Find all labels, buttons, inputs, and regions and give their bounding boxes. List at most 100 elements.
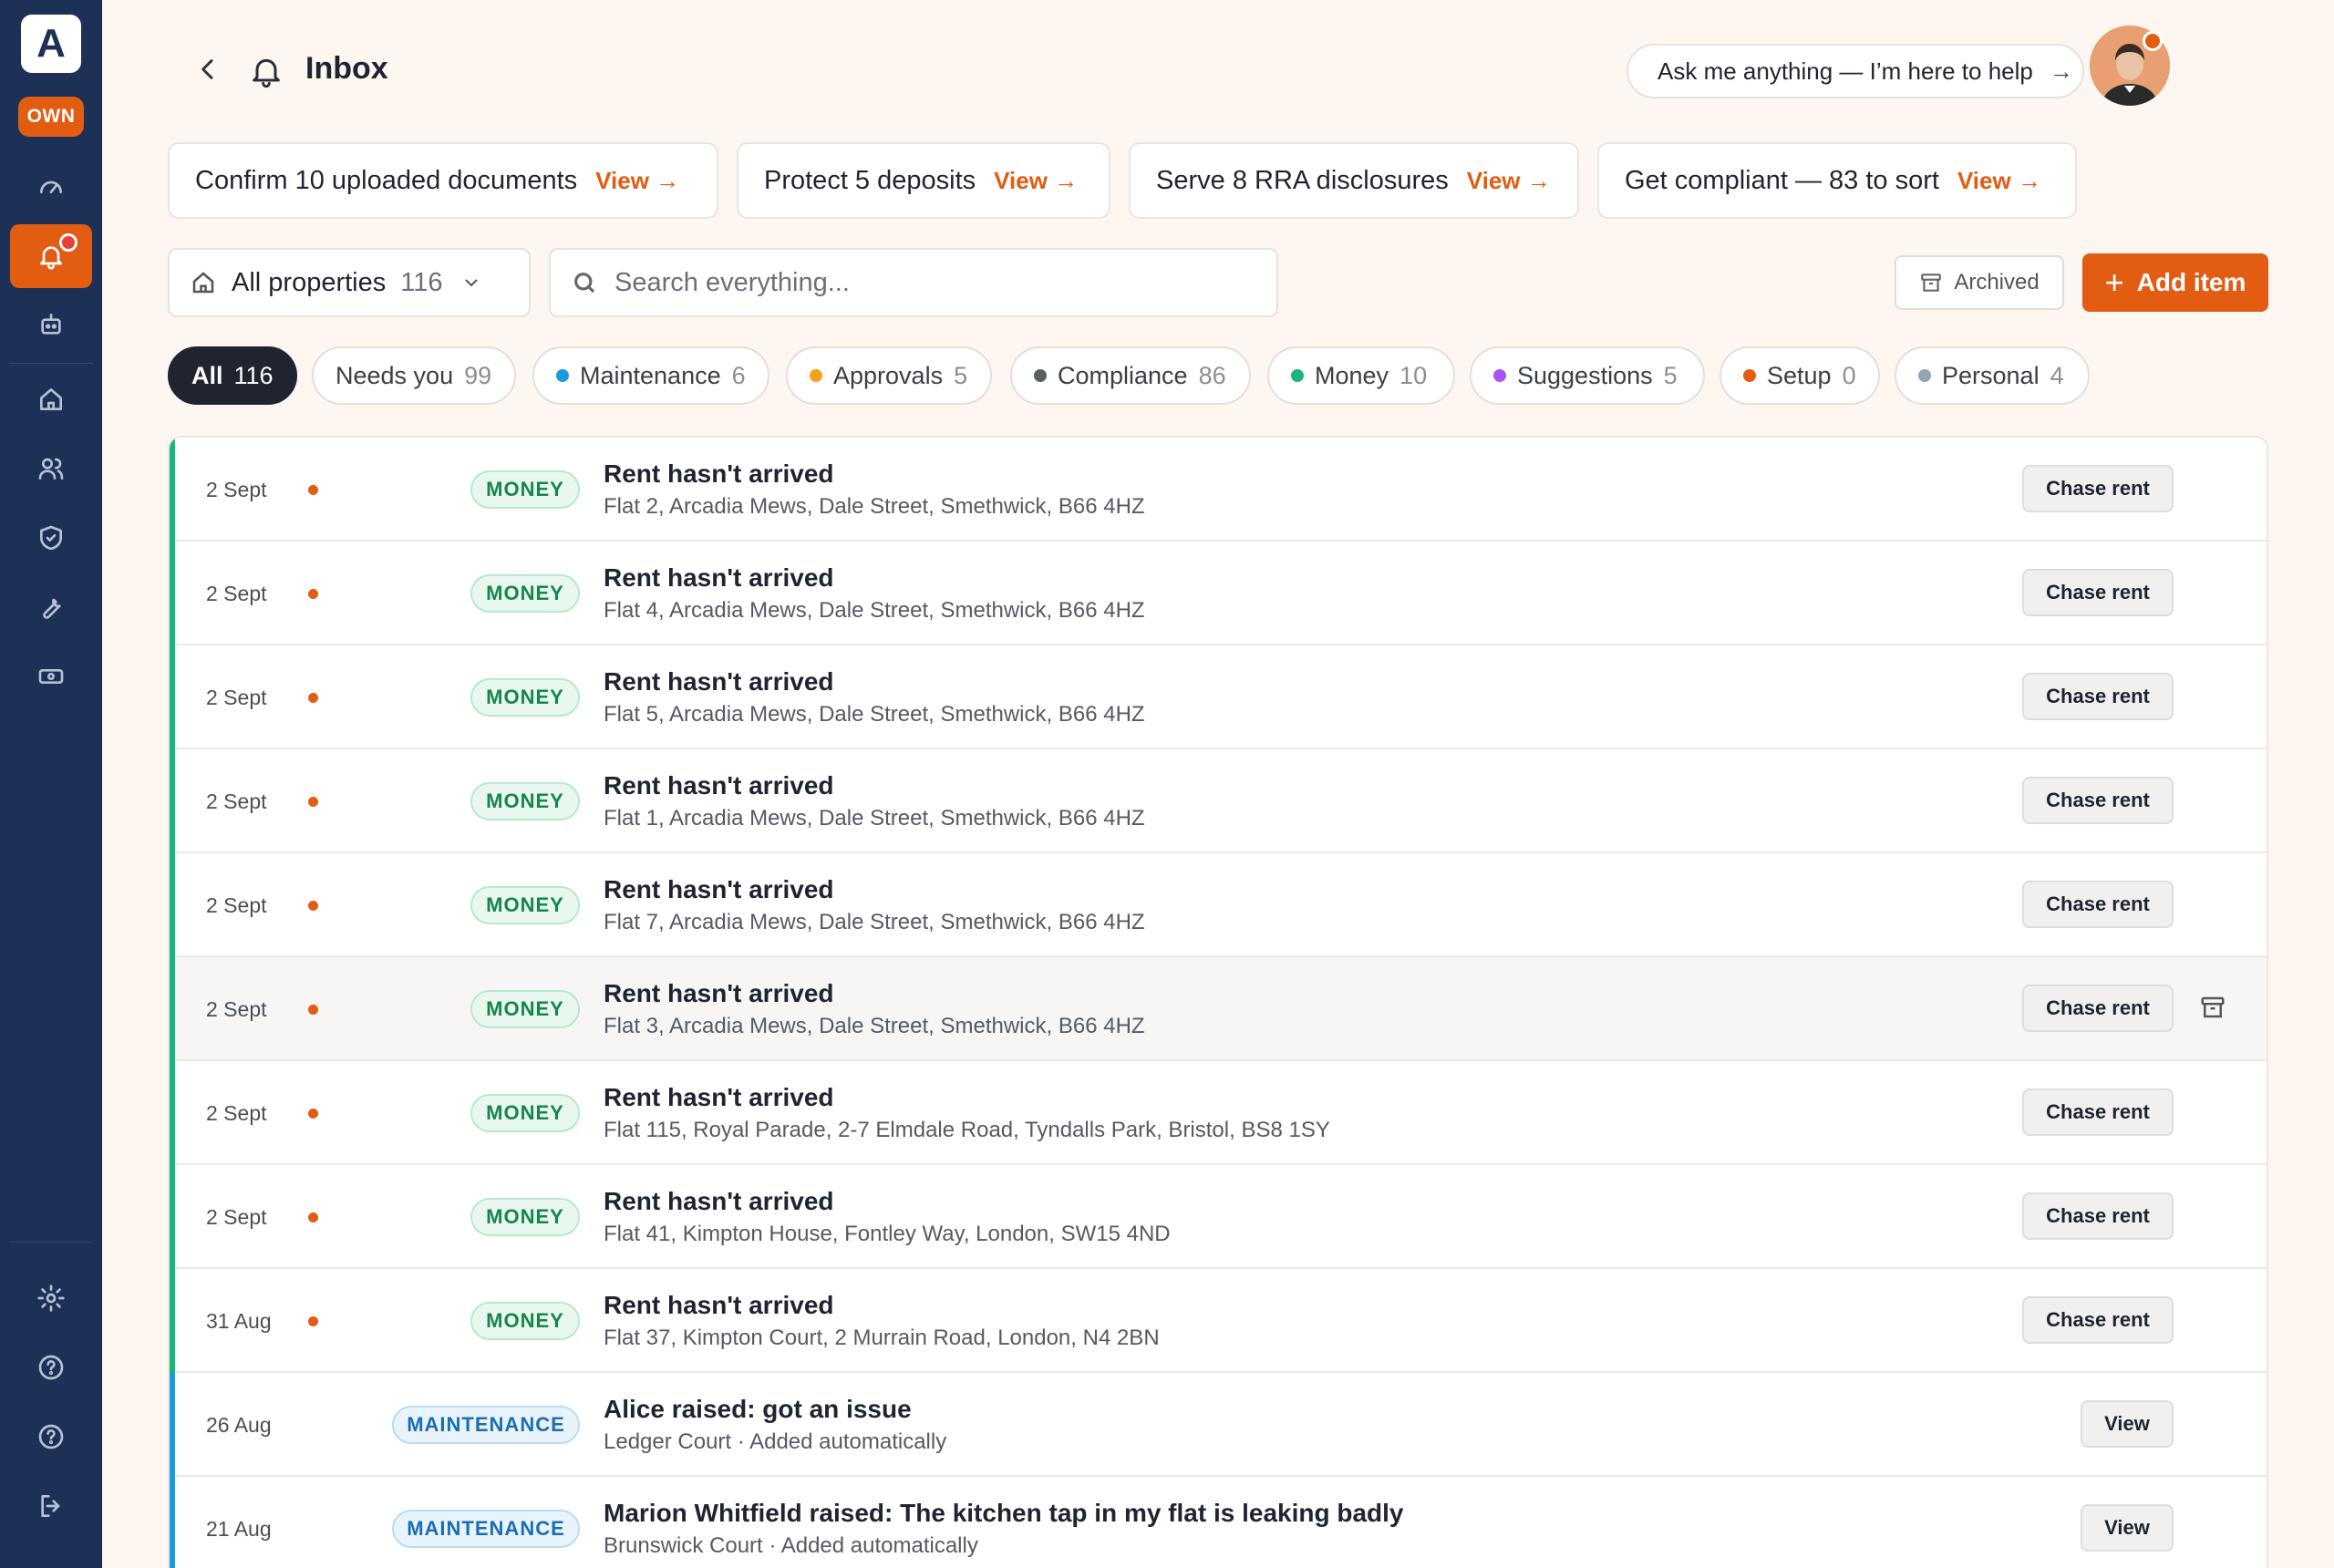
property-select-label: All properties: [232, 267, 387, 297]
help-icon[interactable]: [26, 1342, 77, 1393]
item-subtitle: Ledger Court · Added automatically: [604, 1429, 947, 1454]
archived-button[interactable]: Archived: [1895, 255, 2064, 310]
dashboard-gauge-icon[interactable]: [26, 160, 77, 211]
money-tag: MONEY: [470, 470, 580, 509]
list-item[interactable]: 2 Sept MONEY Rent hasn't arrived Flat 1,…: [170, 749, 2267, 853]
archive-item-icon[interactable]: [2199, 994, 2226, 1021]
chip-label: Compliance: [1058, 361, 1188, 389]
item-date: 2 Sept: [206, 478, 267, 501]
task-view-link[interactable]: View →: [595, 167, 679, 195]
list-item[interactable]: 2 Sept MONEY Rent hasn't arrived Flat 5,…: [170, 645, 2267, 749]
chip-compliance[interactable]: Compliance 86: [1010, 346, 1251, 405]
category-bar: [170, 853, 175, 957]
list-item[interactable]: 26 Aug MAINTENANCE Alice raised: got an …: [170, 1373, 2267, 1477]
task-get-compliant[interactable]: Get compliant — 83 to sort View →: [1597, 142, 2077, 219]
maintenance-tag: MAINTENANCE: [392, 1406, 580, 1444]
maintenance-dot: [556, 369, 569, 382]
inbox-bell-icon[interactable]: [10, 224, 92, 288]
list-item[interactable]: 2 Sept MONEY Rent hasn't arrived Flat 3,…: [170, 957, 2267, 1061]
search-input[interactable]: [614, 267, 1253, 298]
chase-rent-button[interactable]: Chase rent: [2022, 465, 2174, 512]
search-field[interactable]: [549, 248, 1278, 317]
chip-maintenance[interactable]: Maintenance 6: [532, 346, 769, 405]
task-view-link[interactable]: View →: [1467, 167, 1551, 195]
chase-rent-button[interactable]: Chase rent: [2022, 985, 2174, 1032]
task-view-link[interactable]: View →: [994, 167, 1078, 195]
item-title: Rent hasn't arrived: [604, 459, 834, 488]
chase-rent-button[interactable]: Chase rent: [2022, 673, 2174, 720]
search-icon: [574, 273, 595, 294]
chase-rent-button[interactable]: Chase rent: [2022, 777, 2174, 824]
list-item[interactable]: 2 Sept MONEY Rent hasn't arrived Flat 41…: [170, 1165, 2267, 1269]
unread-dot: [308, 693, 318, 703]
avatar-status-dot: [2143, 31, 2163, 51]
list-item[interactable]: 31 Aug MONEY Rent hasn't arrived Flat 37…: [170, 1269, 2267, 1373]
home-icon: [192, 272, 214, 294]
task-view-link[interactable]: View →: [1957, 167, 2041, 195]
item-date: 31 Aug: [206, 1309, 272, 1333]
logout-icon[interactable]: [26, 1480, 77, 1532]
robot-icon[interactable]: [26, 299, 77, 350]
item-subtitle: Flat 41, Kimpton House, Fontley Way, Lon…: [604, 1222, 1171, 1246]
chip-setup[interactable]: Setup 0: [1720, 346, 1880, 405]
list-item[interactable]: 2 Sept MONEY Rent hasn't arrived Flat 2,…: [170, 438, 2267, 542]
chip-approvals[interactable]: Approvals 5: [786, 346, 992, 405]
ask-assistant-button[interactable]: Ask me anything — I’m here to help →: [1627, 44, 2084, 98]
chip-all[interactable]: All 116: [168, 346, 297, 405]
chip-count: 6: [731, 361, 746, 389]
app-logo[interactable]: A: [21, 15, 81, 73]
chase-rent-button[interactable]: Chase rent: [2022, 1296, 2174, 1344]
chase-rent-button[interactable]: Chase rent: [2022, 881, 2174, 928]
compliance-dot: [1034, 369, 1047, 382]
cash-icon[interactable]: [26, 651, 77, 702]
add-item-label: Add item: [2136, 268, 2246, 296]
chip-personal[interactable]: Personal 4: [1895, 346, 2090, 405]
chase-rent-button[interactable]: Chase rent: [2022, 569, 2174, 616]
item-title: Alice raised: got an issue: [604, 1395, 912, 1423]
chip-suggestions[interactable]: Suggestions 5: [1470, 346, 1705, 405]
support-help-icon[interactable]: [26, 1411, 77, 1462]
task-label: Serve 8 RRA disclosures: [1156, 165, 1449, 195]
chip-label: Maintenance: [580, 361, 721, 389]
notification-dot: [59, 233, 77, 252]
item-title: Rent hasn't arrived: [604, 1083, 834, 1111]
unread-dot: [308, 1109, 318, 1119]
chip-count: 99: [464, 361, 492, 389]
chase-rent-button[interactable]: Chase rent: [2022, 1192, 2174, 1240]
chip-money[interactable]: Money 10: [1267, 346, 1455, 405]
chase-rent-button[interactable]: Chase rent: [2022, 1088, 2174, 1136]
money-tag: MONEY: [470, 1198, 580, 1236]
list-item[interactable]: 2 Sept MONEY Rent hasn't arrived Flat 11…: [170, 1061, 2267, 1165]
back-chevron-icon[interactable]: [193, 55, 222, 84]
chip-count: 4: [2050, 361, 2064, 389]
shield-icon[interactable]: [26, 512, 77, 563]
own-badge[interactable]: OWN: [18, 97, 84, 137]
users-icon[interactable]: [26, 443, 77, 494]
view-button[interactable]: View: [2081, 1504, 2174, 1552]
item-title: Rent hasn't arrived: [604, 875, 834, 903]
ask-assistant-label: Ask me anything — I’m here to help: [1658, 57, 2033, 85]
task-protect-deposits[interactable]: Protect 5 deposits View →: [737, 142, 1110, 219]
wrench-icon[interactable]: [26, 582, 77, 633]
item-subtitle: Flat 37, Kimpton Court, 2 Murrain Road, …: [604, 1326, 1160, 1350]
item-date: 2 Sept: [206, 582, 267, 605]
add-item-button[interactable]: + Add item: [2082, 253, 2268, 312]
chevron-down-icon: [465, 279, 479, 287]
task-serve-disclosures[interactable]: Serve 8 RRA disclosures View →: [1129, 142, 1579, 219]
money-tag: MONEY: [470, 1302, 580, 1340]
item-date: 21 Aug: [206, 1517, 272, 1541]
task-confirm-documents[interactable]: Confirm 10 uploaded documents View →: [168, 142, 718, 219]
home-icon[interactable]: [26, 374, 77, 425]
list-item[interactable]: 2 Sept MONEY Rent hasn't arrived Flat 4,…: [170, 542, 2267, 645]
unread-dot: [308, 1212, 318, 1222]
unread-dot: [308, 589, 318, 599]
view-button[interactable]: View: [2081, 1400, 2174, 1448]
list-item[interactable]: 21 Aug MAINTENANCE Marion Whitfield rais…: [170, 1477, 2267, 1568]
chip-needs-you[interactable]: Needs you 99: [312, 346, 516, 405]
list-item[interactable]: 2 Sept MONEY Rent hasn't arrived Flat 7,…: [170, 853, 2267, 957]
arrow-right-icon: →: [2049, 57, 2073, 85]
chip-label: Setup: [1767, 361, 1832, 389]
property-select[interactable]: All properties 116: [168, 248, 531, 317]
unread-dot: [308, 1005, 318, 1015]
gear-icon[interactable]: [26, 1273, 77, 1324]
